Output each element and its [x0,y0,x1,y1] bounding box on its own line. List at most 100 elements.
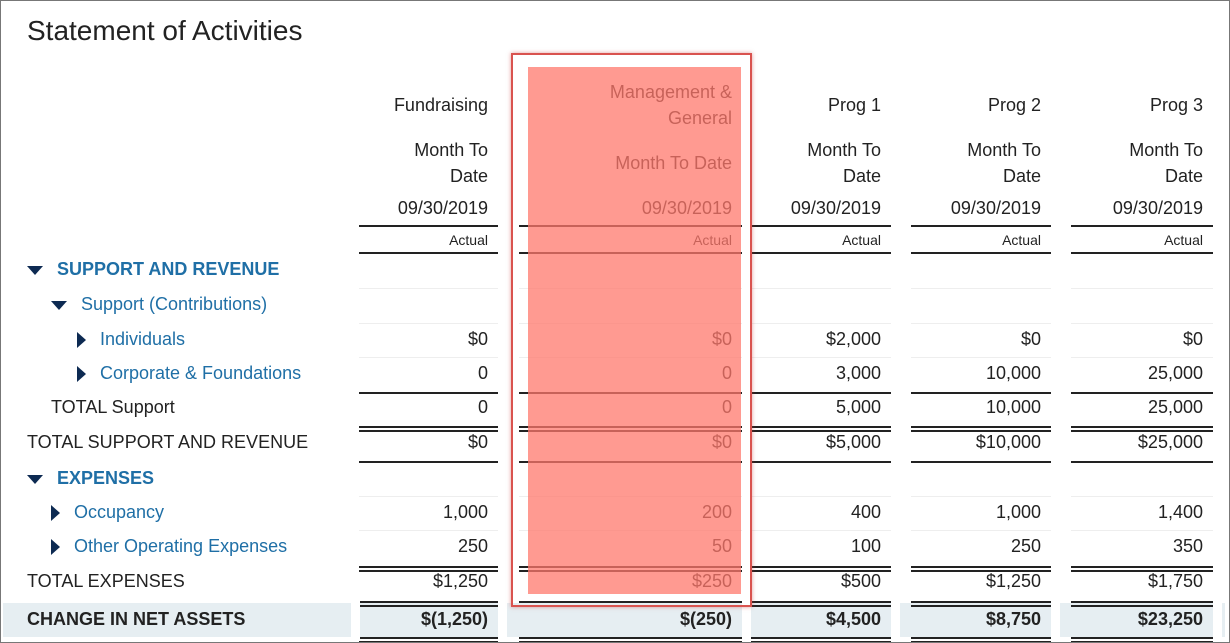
total-rule [1071,566,1213,568]
row-separator [911,357,1051,358]
value-cell: 400 [850,502,881,522]
column-header-period: Month To Date [1129,140,1203,186]
total-rule [751,601,891,603]
column-header-name[interactable]: Fundraising [359,92,488,118]
value-cell: 0 [477,397,488,417]
value-cell: $0 [467,329,488,349]
row-label-text: TOTAL SUPPORT AND REVENUE [27,432,309,452]
caret-right-icon[interactable] [51,505,60,522]
column-header-name[interactable]: Prog 3 [1071,92,1203,118]
row-label-text: Occupancy [74,502,165,522]
row-label-total: TOTAL EXPENSES [27,571,185,592]
value-cell: 350 [1172,536,1203,556]
row-label-group[interactable]: Occupancy [51,502,164,523]
value-cell: $0 [1020,329,1041,349]
column-header-name[interactable]: Prog 2 [911,92,1041,118]
column-header-date: 09/30/2019 [950,198,1041,218]
total-rule [911,601,1051,603]
total-rule [751,461,891,463]
row-label-subtotal: TOTAL Support [51,397,175,418]
value-cell: $25,000 [1137,432,1203,452]
row-separator [911,530,1051,531]
caret-down-icon[interactable] [27,265,43,275]
row-separator [1071,530,1213,531]
row-label-text: EXPENSES [57,468,155,488]
total-rule [911,392,1051,394]
total-rule [911,461,1051,463]
row-label-section[interactable]: EXPENSES [27,468,154,489]
column-header-name[interactable]: Prog 1 [751,92,881,118]
column-header-type: Actual [1164,232,1203,248]
total-rule [751,566,891,568]
header-divider [911,225,1051,227]
total-rule [911,605,1051,607]
row-label-total: TOTAL SUPPORT AND REVENUE [27,432,308,453]
caret-right-icon[interactable] [77,332,86,349]
caret-right-icon[interactable] [51,539,60,556]
row-separator [1071,323,1213,324]
row-separator [1071,496,1213,497]
caret-down-icon[interactable] [51,300,67,310]
row-separator [359,323,498,324]
total-rule [751,570,891,572]
row-separator [911,496,1051,497]
total-rule [1071,601,1213,603]
total-rule [359,637,498,639]
total-rule [359,570,498,572]
value-cell: $8,750 [985,609,1041,629]
value-cell: 10,000 [985,397,1041,417]
value-cell: $0 [1182,329,1203,349]
total-rule [359,566,498,568]
row-label-account[interactable]: Individuals [77,329,185,350]
total-rule [359,601,498,603]
row-label-text: Individuals [100,329,186,349]
column-header-date: 09/30/2019 [790,198,881,218]
row-separator [751,288,891,289]
total-rule [911,570,1051,572]
row-label-text: Support (Contributions) [81,294,268,314]
value-cell: $1,250 [985,571,1041,591]
value-cell: 1,000 [995,502,1041,522]
column-gap [1051,601,1060,641]
row-label-grand: CHANGE IN NET ASSETS [27,609,245,630]
value-cell: $2,000 [825,329,881,349]
value-cell: 25,000 [1147,363,1203,383]
total-rule [359,392,498,394]
column-header-type: Actual [842,232,881,248]
column-gap [742,601,751,641]
total-rule [1071,637,1213,639]
row-label-section[interactable]: SUPPORT AND REVENUE [27,259,279,280]
row-label-text: SUPPORT AND REVENUE [57,259,280,279]
total-rule [1071,392,1213,394]
total-rule [1071,426,1213,428]
caret-right-icon[interactable] [77,366,86,383]
header-divider [1071,225,1213,227]
header-divider [359,225,498,227]
value-cell: $1,750 [1147,571,1203,591]
value-cell: 250 [457,536,488,556]
total-rule [1071,570,1213,572]
column-gap [1213,601,1222,641]
total-rule [911,426,1051,428]
row-separator [359,530,498,531]
value-cell: 5,000 [835,397,881,417]
total-rule [751,637,891,639]
value-cell: $23,250 [1137,609,1203,629]
total-rule [359,461,498,463]
caret-down-icon[interactable] [27,474,43,484]
header-divider [1071,252,1213,254]
row-label-text: Other Operating Expenses [74,536,288,556]
row-label-group[interactable]: Support (Contributions) [51,294,267,315]
row-label-account[interactable]: Corporate & Foundations [77,363,301,384]
total-rule [519,637,742,639]
value-cell: 1,400 [1157,502,1203,522]
value-cell: $4,500 [825,609,881,629]
highlight-column-box [511,53,752,607]
value-cell: $(1,250) [420,609,488,629]
row-separator [751,357,891,358]
value-cell: $10,000 [975,432,1041,452]
total-rule [911,637,1051,639]
column-header-period: Month To Date [967,140,1041,186]
row-separator [359,288,498,289]
row-label-group[interactable]: Other Operating Expenses [51,536,287,557]
